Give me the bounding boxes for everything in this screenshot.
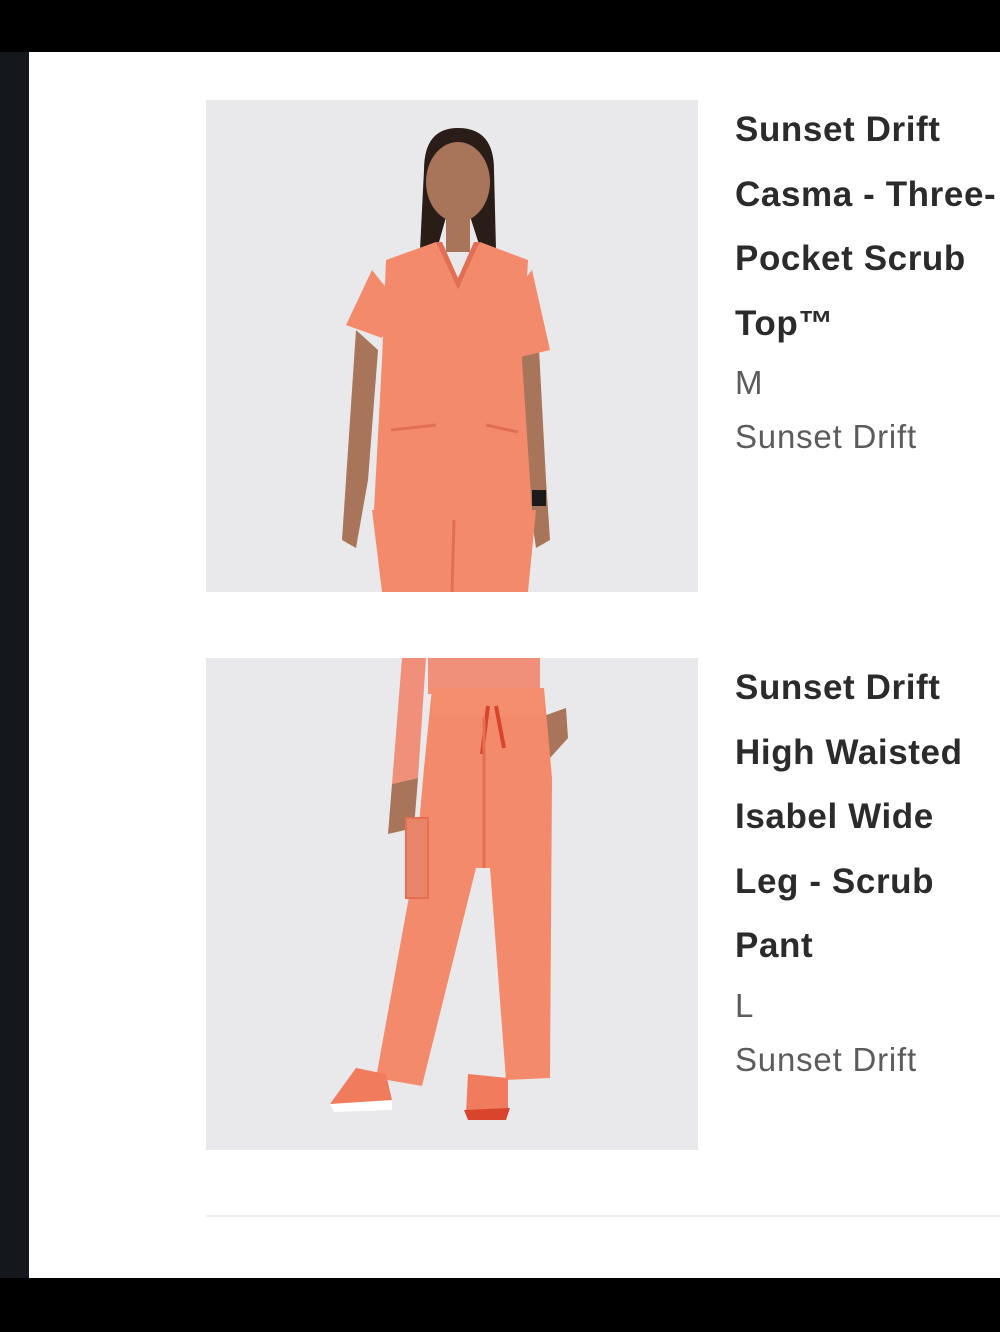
product-title[interactable]: Sunset Drift Casma - Three-Pocket Scrub … (735, 98, 1000, 356)
product-title[interactable]: Sunset Drift High Waisted Isabel Wide Le… (735, 656, 1000, 979)
product-image-scrub-top[interactable] (206, 100, 698, 592)
product-info: Sunset Drift Casma - Three-Pocket Scrub … (735, 100, 1000, 464)
product-color: Sunset Drift (735, 1040, 917, 1078)
status-bar (0, 0, 1000, 52)
product-image-scrub-pant[interactable] (206, 658, 698, 1150)
cart-item-list: Sunset Drift Casma - Three-Pocket Scrub … (29, 52, 1000, 1278)
product-color: Sunset Drift (735, 418, 917, 455)
scrub-top-photo-icon (206, 100, 698, 592)
side-rail (0, 52, 29, 1278)
product-size: L (735, 986, 755, 1024)
product-size: M (735, 364, 764, 401)
scrub-pant-photo-icon (206, 658, 698, 1150)
divider (206, 1215, 1000, 1217)
product-info: Sunset Drift High Waisted Isabel Wide Le… (735, 658, 1000, 1087)
navigation-bar (0, 1278, 1000, 1332)
